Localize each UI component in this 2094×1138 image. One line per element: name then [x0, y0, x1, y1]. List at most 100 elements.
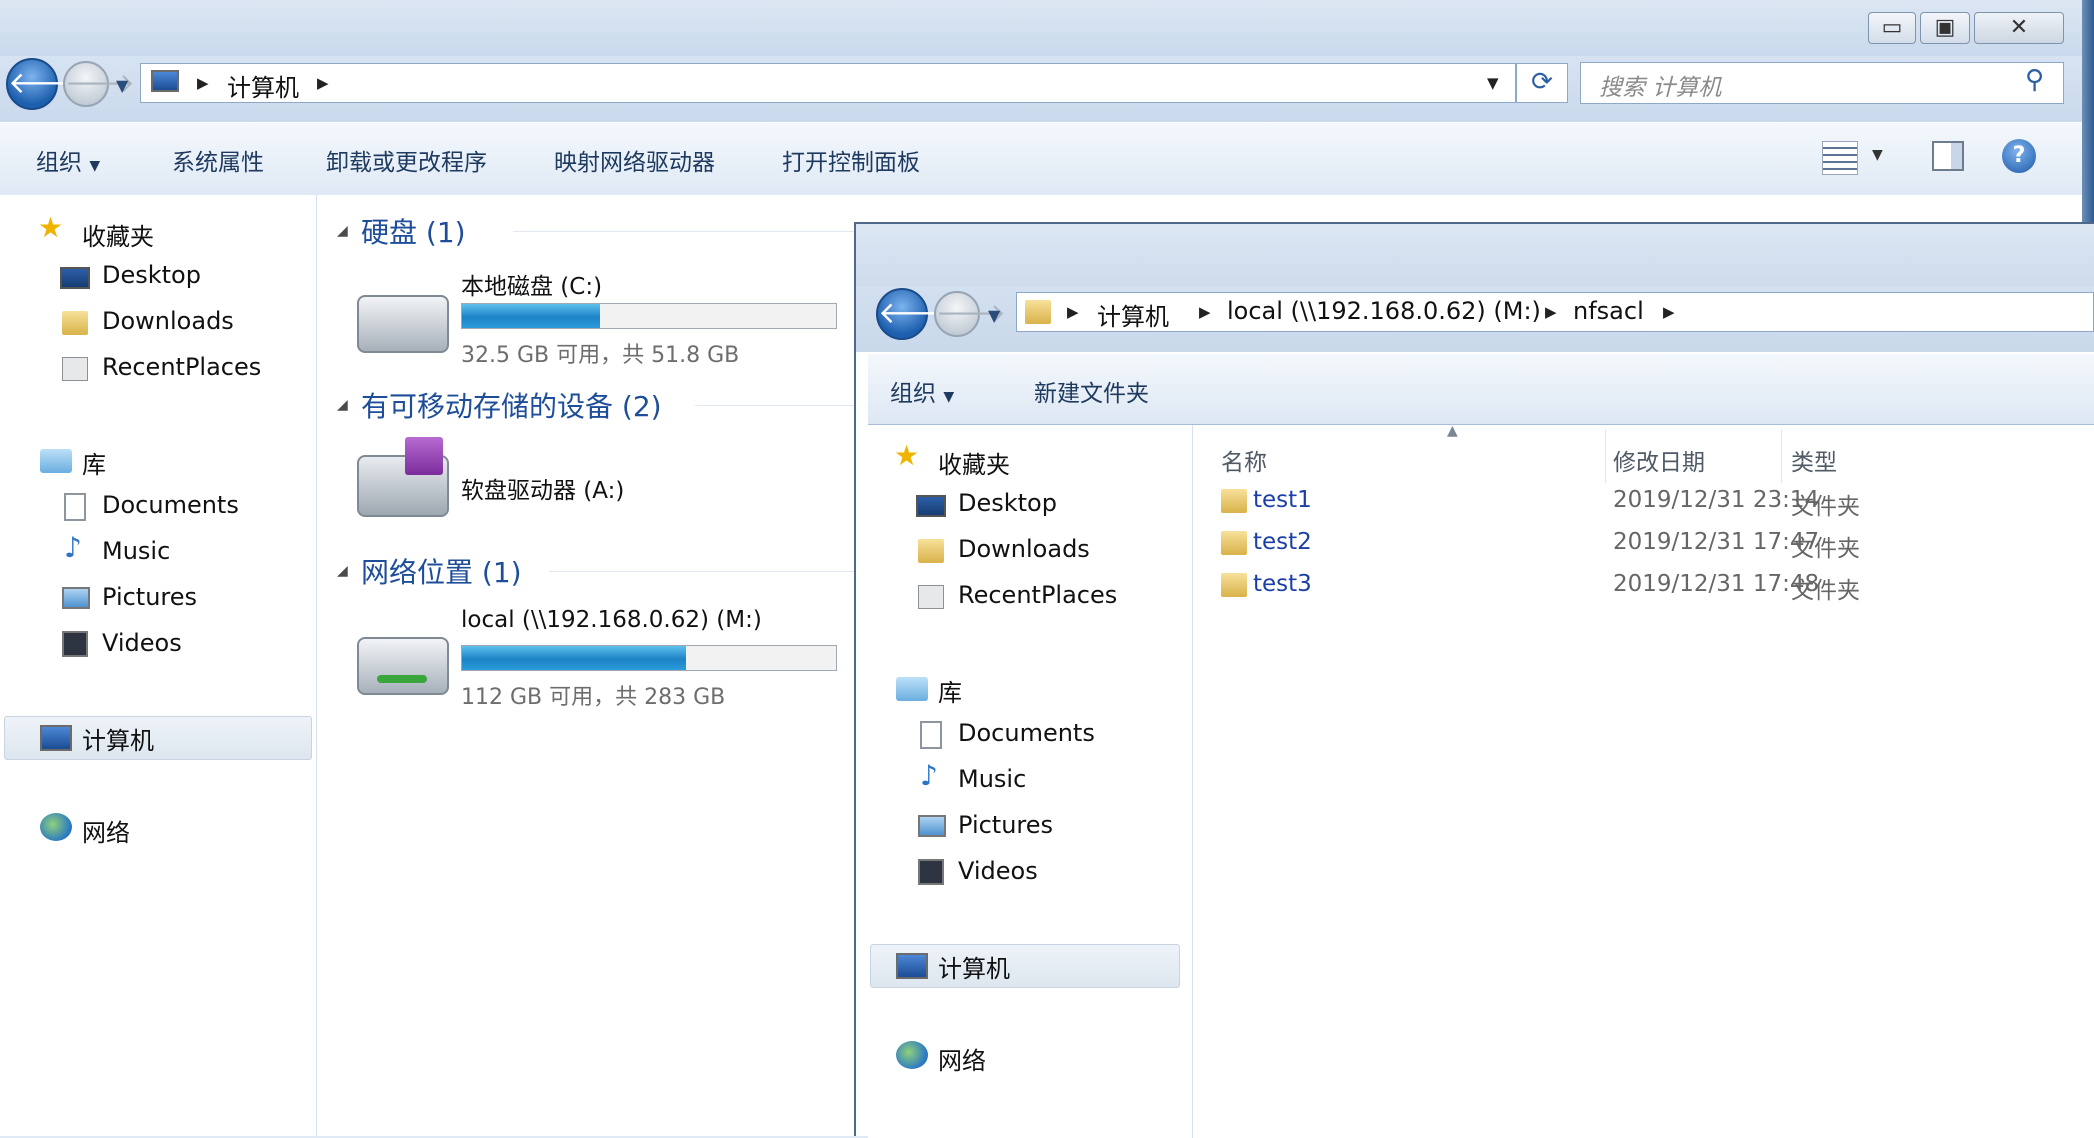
preview-pane-icon[interactable] [1932, 141, 1964, 171]
file-modified: 2019/12/31 17:48 [1613, 571, 1820, 597]
drive-c-usage-bar [461, 303, 837, 329]
nav-item-videos[interactable]: Videos [958, 857, 1038, 885]
network-icon [896, 1041, 928, 1069]
address-history-dropdown-icon[interactable]: ▼ [1487, 74, 1499, 92]
breadcrumb-separator-icon[interactable]: ▶ [1199, 303, 1211, 321]
breadcrumb-separator-icon[interactable]: ▶ [1067, 303, 1079, 321]
back-button[interactable]: 🡐 [876, 288, 958, 340]
file-row[interactable]: test2 2019/12/31 17:47 文件夹 [1213, 521, 2083, 562]
file-name[interactable]: test1 [1253, 487, 1312, 513]
nav-item-recentplaces[interactable]: RecentPlaces [958, 581, 1117, 609]
maximize-button[interactable]: ▣ [1920, 12, 1970, 44]
desktop-icon [916, 495, 946, 517]
view-options-icon[interactable] [1822, 141, 1858, 175]
music-icon: ♪ [64, 531, 82, 564]
breadcrumb-computer[interactable]: 计算机 [227, 68, 299, 103]
drive-c-name[interactable]: 本地磁盘 (C:) [461, 267, 602, 301]
drive-m-usage-fill [462, 646, 687, 670]
file-type: 文件夹 [1791, 536, 1860, 562]
close-button[interactable]: ✕ [1974, 12, 2064, 44]
group-hard-disks[interactable]: 硬盘 (1) [361, 211, 466, 251]
refresh-button[interactable]: ⟳ [1516, 63, 1568, 103]
forward-button[interactable]: 🡒 [934, 291, 1006, 337]
nav-item-downloads[interactable]: Downloads [102, 307, 234, 335]
nav-libraries[interactable]: 库 [938, 673, 962, 708]
search-input[interactable]: 搜索 计算机 ⚲ [1580, 62, 2064, 104]
map-network-drive-button[interactable]: 映射网络驱动器 [554, 143, 715, 177]
nav-network[interactable]: 网络 [938, 1041, 986, 1076]
folder-icon [1221, 489, 1247, 513]
search-placeholder: 搜索 计算机 [1599, 75, 1722, 101]
downloads-folder-icon [918, 539, 944, 563]
nav-item-music[interactable]: Music [958, 765, 1026, 793]
search-icon[interactable]: ⚲ [2025, 65, 2044, 95]
nav-item-pictures[interactable]: Pictures [958, 811, 1053, 839]
organize-button[interactable]: 组织 ▼ [890, 374, 954, 408]
file-name[interactable]: test2 [1253, 529, 1312, 555]
column-header-name[interactable]: 名称 [1221, 443, 1267, 477]
nav-favorites[interactable]: 收藏夹 [938, 445, 1010, 480]
nav-item-desktop[interactable]: Desktop [102, 261, 201, 289]
column-header-modified[interactable]: 修改日期 [1613, 443, 1705, 477]
group-network-locations[interactable]: 网络位置 (1) [361, 551, 522, 591]
column-divider[interactable] [1605, 429, 1606, 483]
column-header-type[interactable]: 类型 [1791, 443, 1837, 477]
file-name[interactable]: test3 [1253, 571, 1312, 597]
organize-button[interactable]: 组织 ▼ [36, 143, 100, 177]
recent-pages-dropdown-icon[interactable]: ▼ [116, 76, 128, 95]
recent-pages-dropdown-icon[interactable]: ▼ [988, 306, 1000, 325]
explorer-window-nfsacl: 🡐 🡒 ▼ ▶ 计算机 ▶ local (\\192.168.0.62) (M:… [854, 222, 2094, 1138]
breadcrumb-separator-icon[interactable]: ▶ [1545, 303, 1557, 321]
back-button[interactable]: 🡐 [6, 58, 88, 110]
drive-c-free-space: 32.5 GB 可用，共 51.8 GB [461, 343, 740, 368]
breadcrumb-computer[interactable]: 计算机 [1097, 297, 1169, 332]
breadcrumb-separator-icon[interactable]: ▶ [1663, 303, 1675, 321]
nav-item-documents[interactable]: Documents [958, 719, 1095, 747]
drive-m-name[interactable]: local (\\192.168.0.62) (M:) [461, 607, 762, 633]
file-modified: 2019/12/31 17:47 [1613, 529, 1820, 555]
downloads-folder-icon [62, 311, 88, 335]
sort-ascending-icon: ▲ [1447, 423, 1458, 439]
help-icon[interactable]: ? [2002, 139, 2036, 173]
breadcrumb-network-drive[interactable]: local (\\192.168.0.62) (M:) [1227, 297, 1541, 325]
column-divider[interactable] [1781, 429, 1782, 483]
recent-places-icon [62, 357, 88, 381]
desktop-icon [60, 267, 90, 289]
nav-network[interactable]: 网络 [82, 813, 130, 848]
nav-item-pictures[interactable]: Pictures [102, 583, 197, 611]
uninstall-program-button[interactable]: 卸载或更改程序 [326, 143, 487, 177]
nav-item-videos[interactable]: Videos [102, 629, 182, 657]
view-dropdown-icon[interactable]: ▼ [1872, 147, 1883, 163]
open-control-panel-button[interactable]: 打开控制面板 [782, 143, 920, 177]
nav-computer[interactable]: 计算机 [82, 721, 154, 756]
collapse-triangle-icon[interactable]: ◢ [337, 563, 348, 579]
address-bar[interactable]: ▶ 计算机 ▶ ▼ [140, 63, 1516, 103]
address-bar[interactable]: ▶ 计算机 ▶ local (\\192.168.0.62) (M:) ▶ nf… [1016, 292, 2094, 332]
minimize-button[interactable]: ▭ [1868, 12, 1916, 44]
nav-item-recentplaces[interactable]: RecentPlaces [102, 353, 261, 381]
system-properties-button[interactable]: 系统属性 [172, 143, 264, 177]
nav-favorites[interactable]: 收藏夹 [82, 217, 154, 252]
title-bar [856, 224, 2094, 286]
breadcrumb-separator-icon[interactable]: ▶ [317, 74, 329, 92]
group-removable-storage[interactable]: 有可移动存储的设备 (2) [361, 385, 662, 425]
drive-m-free-space: 112 GB 可用，共 283 GB [461, 685, 726, 710]
nav-item-music[interactable]: Music [102, 537, 170, 565]
collapse-triangle-icon[interactable]: ◢ [337, 223, 348, 239]
navigation-pane: ★ 收藏夹 Desktop Downloads RecentPlaces 库 D… [868, 425, 1193, 1138]
drive-a-name[interactable]: 软盘驱动器 (A:) [461, 471, 624, 505]
forward-button[interactable]: 🡒 [63, 61, 135, 107]
nav-libraries[interactable]: 库 [82, 445, 106, 480]
nav-computer[interactable]: 计算机 [938, 949, 1010, 984]
nav-item-downloads[interactable]: Downloads [958, 535, 1090, 563]
breadcrumb-separator-icon[interactable]: ▶ [197, 74, 209, 92]
nav-item-documents[interactable]: Documents [102, 491, 239, 519]
breadcrumb-nfsacl[interactable]: nfsacl [1573, 297, 1644, 325]
new-folder-button[interactable]: 新建文件夹 [1034, 374, 1149, 408]
folder-icon [1025, 300, 1051, 324]
collapse-triangle-icon[interactable]: ◢ [337, 397, 348, 413]
file-row[interactable]: test3 2019/12/31 17:48 文件夹 [1213, 563, 2083, 604]
recent-places-icon [918, 585, 944, 609]
nav-item-desktop[interactable]: Desktop [958, 489, 1057, 517]
file-row[interactable]: test1 2019/12/31 23:14 文件夹 [1213, 479, 2083, 520]
